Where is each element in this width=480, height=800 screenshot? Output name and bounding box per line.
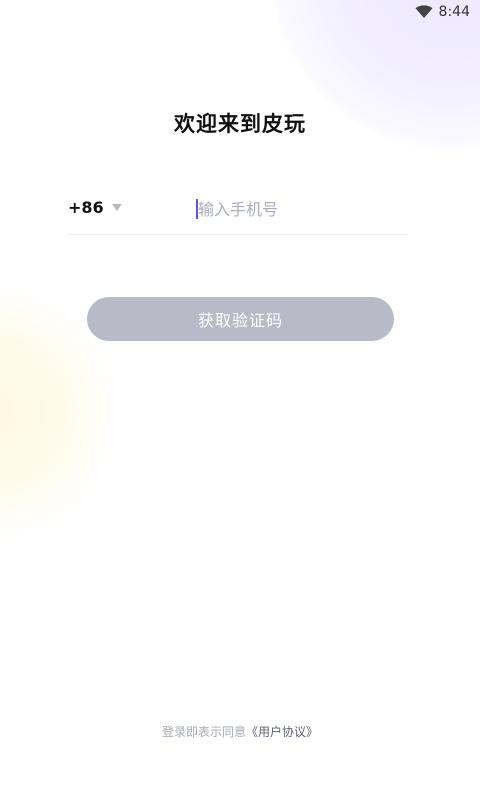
phone-input-wrapper xyxy=(196,196,398,222)
country-code: +86 xyxy=(68,198,104,217)
text-cursor xyxy=(196,199,198,219)
status-bar: 8:44 xyxy=(415,0,480,24)
caret-down-icon xyxy=(111,203,122,212)
agreement-prefix: 登录即表示同意 xyxy=(161,725,246,739)
page-title: 欢迎来到皮玩 xyxy=(174,112,306,136)
wifi-icon xyxy=(415,5,433,19)
agreement-text: 登录即表示同意《用户协议》 xyxy=(0,723,480,740)
phone-input-row: +86 xyxy=(68,186,408,235)
status-time: 8:44 xyxy=(438,4,470,20)
phone-number-input[interactable] xyxy=(196,196,398,222)
country-code-selector[interactable]: +86 xyxy=(68,198,122,217)
get-verification-code-button[interactable]: 获取验证码 xyxy=(87,297,394,341)
login-screen: 8:44 欢迎来到皮玩 +86 获取验证码 登录即表示同意《用户协议》 xyxy=(0,0,480,800)
user-agreement-link[interactable]: 《用户协议》 xyxy=(246,725,318,739)
